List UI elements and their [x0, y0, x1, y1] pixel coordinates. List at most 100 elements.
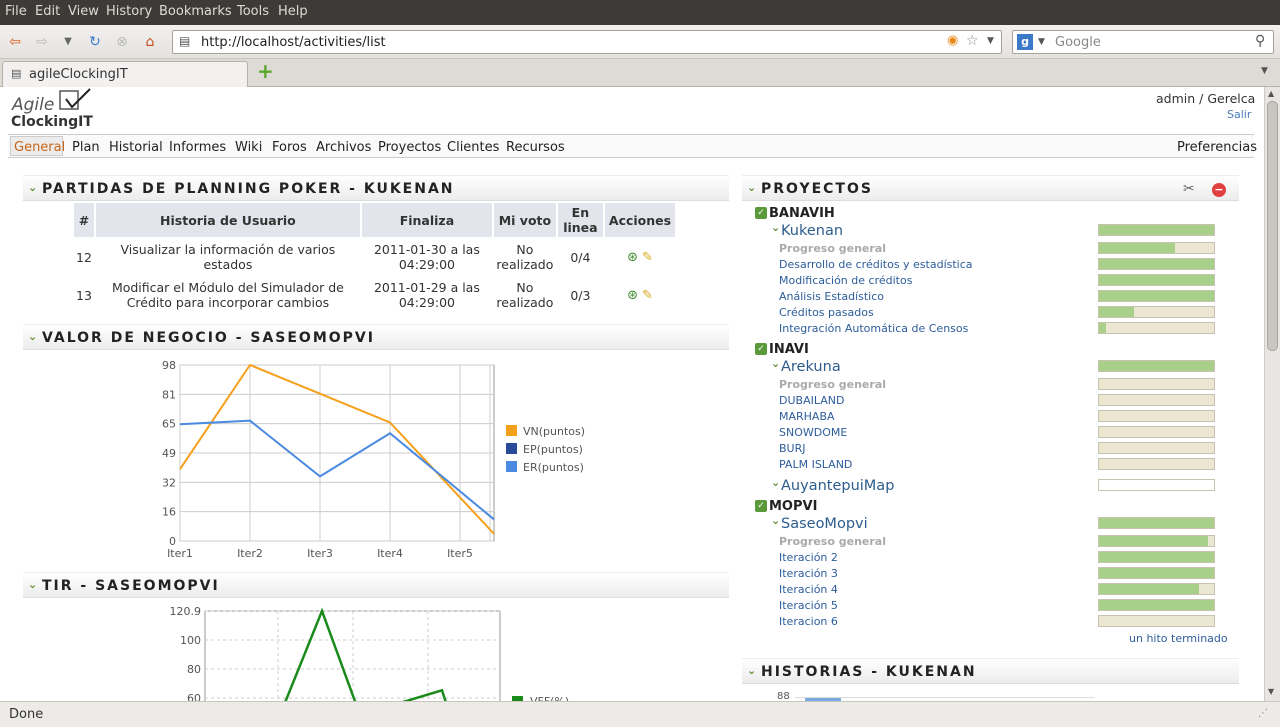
logo-clock-icon — [59, 88, 91, 110]
nav-foros[interactable]: Foros — [272, 140, 307, 155]
url-text[interactable]: http://localhost/activities/list — [201, 35, 386, 50]
milestone-item[interactable]: Iteración 3 — [779, 567, 838, 580]
search-icon[interactable]: ⚲ — [1255, 33, 1265, 49]
milestone-item[interactable]: Análisis Estadístico — [779, 290, 884, 303]
collapse-chevron-icon[interactable]: ⌄ — [747, 664, 756, 677]
new-tab-icon[interactable]: + — [257, 61, 275, 81]
progress-fill — [1099, 584, 1200, 594]
milestone-item[interactable]: BURJ — [779, 442, 806, 455]
nav-archivos[interactable]: Archivos — [316, 140, 371, 155]
nav-recursos[interactable]: Recursos — [506, 140, 565, 155]
edit-pencil-icon[interactable]: ✎ — [642, 288, 653, 303]
play-icon[interactable]: ⊛ — [627, 288, 638, 303]
back-arrow-icon[interactable]: ⇦ — [4, 31, 26, 53]
menu-view[interactable]: View — [68, 4, 99, 19]
milestone-item[interactable]: PALM ISLAND — [779, 458, 852, 471]
vertical-scrollbar[interactable]: ▲ ▼ — [1264, 87, 1280, 701]
client-name[interactable]: INAVI — [769, 342, 809, 357]
project-chevron-icon[interactable]: ⌄ — [771, 357, 780, 370]
play-icon[interactable]: ⊛ — [627, 250, 638, 265]
project-chevron-icon[interactable]: ⌄ — [771, 221, 780, 234]
tir-section-header[interactable]: ⌄ TIR - SASEOMOPVI — [23, 572, 729, 598]
collapse-client-icon[interactable]: ✓ — [755, 500, 767, 512]
milestone-item[interactable]: MARHABA — [779, 410, 835, 423]
client-name[interactable]: MOPVI — [769, 499, 817, 514]
x-tick-label: Iter3 — [307, 547, 333, 560]
scrollbar-thumb[interactable] — [1267, 101, 1278, 351]
menu-tools[interactable]: Tools — [237, 4, 269, 19]
progress-fill — [1099, 225, 1214, 235]
url-bar[interactable]: ▤ http://localhost/activities/list ◉ ☆ ▼ — [172, 30, 1002, 54]
collapse-chevron-icon[interactable]: ⌄ — [28, 330, 37, 343]
project-chevron-icon[interactable]: ⌄ — [771, 514, 780, 527]
proyectos-section-header[interactable]: ⌄ PROYECTOS ✂ − — [742, 175, 1239, 201]
row-story[interactable]: Modificar el Módulo del Simulador de Cré… — [96, 277, 360, 313]
menu-history[interactable]: History — [106, 4, 152, 19]
milestone-item[interactable]: Créditos pasados — [779, 306, 874, 319]
row-story[interactable]: Visualizar la información de varios esta… — [96, 239, 360, 275]
nav-plan[interactable]: Plan — [72, 140, 100, 155]
collapse-client-icon[interactable]: ✓ — [755, 207, 767, 219]
home-icon[interactable]: ⌂ — [139, 31, 161, 53]
project-name[interactable]: AuyantepuiMap — [781, 478, 894, 494]
menu-file[interactable]: File — [5, 4, 27, 19]
milestone-item[interactable]: Iteración 5 — [779, 599, 838, 612]
menu-edit[interactable]: Edit — [35, 4, 60, 19]
milestone-item[interactable]: Iteracion 6 — [779, 615, 838, 628]
project-name[interactable]: Arekuna — [781, 359, 841, 375]
historias-section-header[interactable]: ⌄ HISTORIAS - KUKENAN — [742, 658, 1239, 684]
nav-wiki[interactable]: Wiki — [235, 140, 262, 155]
project-name[interactable]: Kukenan — [781, 223, 843, 239]
search-box[interactable]: g ▼ Google ⚲ — [1012, 30, 1274, 54]
progress-bar — [1098, 583, 1215, 595]
google-icon[interactable]: g — [1017, 34, 1033, 50]
milestone-item[interactable]: Integración Automática de Censos — [779, 322, 968, 335]
milestone-item[interactable]: Modificación de créditos — [779, 274, 912, 287]
project-chevron-icon[interactable]: ⌄ — [771, 476, 780, 489]
client-name[interactable]: BANAVIH — [769, 206, 835, 221]
collapse-client-icon[interactable]: ✓ — [755, 343, 767, 355]
menu-bookmarks[interactable]: Bookmarks — [159, 4, 232, 19]
reload-icon[interactable]: ↻ — [84, 31, 106, 53]
nav-historial[interactable]: Historial — [109, 140, 163, 155]
nav-clientes[interactable]: Clientes — [447, 140, 499, 155]
collapse-chevron-icon[interactable]: ⌄ — [747, 181, 756, 194]
bookmark-star-icon[interactable]: ☆ — [966, 33, 979, 49]
milestone-item[interactable]: Iteración 4 — [779, 583, 838, 596]
collapse-chevron-icon[interactable]: ⌄ — [28, 181, 37, 194]
col-online: En linea — [557, 203, 603, 237]
poker-section-header[interactable]: ⌄ PARTIDAS DE PLANNING POKER - KUKENAN — [23, 175, 729, 201]
nav-general[interactable]: General — [14, 140, 65, 155]
legend-label: ER(puntos) — [523, 461, 584, 474]
milestone-item[interactable]: DUBAILAND — [779, 394, 844, 407]
forward-arrow-icon[interactable]: ⇨ — [31, 31, 53, 53]
tab-list-icon[interactable]: ▼ — [1261, 66, 1268, 76]
milestone-link[interactable]: un hito terminado — [1129, 632, 1228, 645]
tools-icon[interactable]: ✂ — [1183, 181, 1195, 197]
collapse-chevron-icon[interactable]: ⌄ — [28, 578, 37, 591]
search-engine-dropdown-icon[interactable]: ▼ — [1038, 37, 1045, 47]
scroll-up-icon[interactable]: ▲ — [1268, 89, 1274, 98]
scroll-down-icon[interactable]: ▼ — [1268, 687, 1274, 696]
browser-tab[interactable]: ▤ agileClockingIT — [2, 61, 248, 87]
resize-grip-icon[interactable]: ⋰ — [1258, 708, 1268, 719]
project-name[interactable]: SaseoMopvi — [781, 516, 868, 532]
milestone-item[interactable]: SNOWDOME — [779, 426, 847, 439]
nav-informes[interactable]: Informes — [169, 140, 226, 155]
menu-help[interactable]: Help — [278, 4, 308, 19]
remove-icon[interactable]: − — [1212, 183, 1226, 197]
search-input[interactable]: Google — [1055, 35, 1101, 50]
history-dropdown-icon[interactable]: ▼ — [57, 31, 79, 53]
logout-link[interactable]: Salir — [1227, 108, 1251, 121]
nav-proyectos[interactable]: Proyectos — [378, 140, 441, 155]
milestone-item[interactable]: Iteración 2 — [779, 551, 838, 564]
valor-section-header[interactable]: ⌄ VALOR DE NEGOCIO - SASEOMOPVI — [23, 324, 729, 350]
edit-pencil-icon[interactable]: ✎ — [642, 250, 653, 265]
progress-fill — [1099, 361, 1214, 371]
progress-bar — [1098, 360, 1215, 372]
milestone-item[interactable]: Desarrollo de créditos y estadística — [779, 258, 973, 271]
nav-preferencias[interactable]: Preferencias — [1177, 140, 1257, 155]
url-dropdown-icon[interactable]: ▼ — [987, 36, 994, 46]
rss-icon[interactable]: ◉ — [947, 33, 958, 48]
stop-icon[interactable]: ⊗ — [111, 31, 133, 53]
